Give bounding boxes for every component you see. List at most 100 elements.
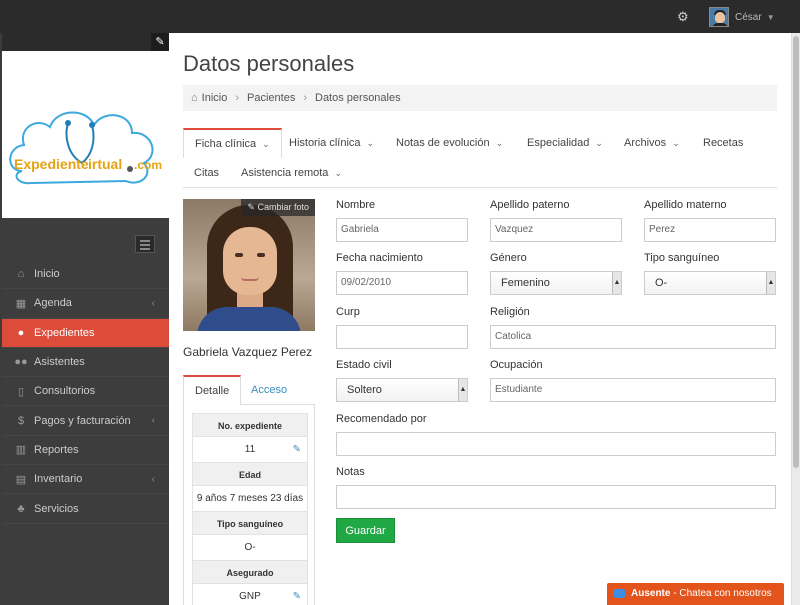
field-label: Notas <box>336 466 365 478</box>
select-value: O- <box>655 277 668 289</box>
change-photo-button[interactable]: ✎ Cambiar foto <box>241 199 315 216</box>
field-genero: Género Femenino ▲ <box>490 252 622 295</box>
clipboard-icon: ▯ <box>17 385 25 398</box>
chevron-down-icon: ▼ <box>766 12 775 22</box>
sidebar-item-label: Inventario <box>34 473 83 486</box>
religion-input[interactable]: Catolica <box>490 325 776 349</box>
info-label: No. expediente <box>192 413 308 437</box>
logo: Expediente irtual .com <box>2 51 169 218</box>
chevron-down-icon: ⌄ <box>262 139 270 149</box>
sidebar-item-expedientes[interactable]: ● Expedientes <box>2 318 169 348</box>
sidebar-item-servicios[interactable]: ♣ Servicios <box>2 494 169 524</box>
recomendado-por-input[interactable] <box>336 432 776 456</box>
ocupacion-input[interactable]: Estudiante <box>490 378 776 402</box>
main-content: Datos personales ⌂ Inicio › Pacientes › … <box>169 33 791 605</box>
breadcrumb-parent[interactable]: Pacientes <box>247 92 295 104</box>
tab-asistencia-remota[interactable]: Asistencia remota ⌄ <box>230 158 353 188</box>
apellido-paterno-input[interactable]: Vazquez <box>490 218 622 242</box>
user-menu[interactable]: César ▼ <box>709 6 775 28</box>
chat-separator: - <box>670 588 680 599</box>
tipo-sanguineo-select[interactable]: O- ▲ <box>644 271 776 295</box>
field-apellido-paterno: Apellido paterno Vazquez <box>490 199 622 242</box>
select-arrow-icon: ▲ <box>612 272 621 294</box>
tab-historia-clinica[interactable]: Historia clínica ⌄ <box>278 128 385 158</box>
tab-ficha-clinica[interactable]: Ficha clínica ⌄ <box>183 128 282 158</box>
tab-recetas[interactable]: Recetas <box>692 128 754 158</box>
breadcrumb-current: Datos personales <box>315 92 401 104</box>
field-label: Apellido materno <box>644 199 727 211</box>
chevron-left-icon: ‹ <box>151 473 155 485</box>
tab-notas-evolucion[interactable]: Notas de evolución ⌄ <box>385 128 514 158</box>
curp-input[interactable] <box>336 325 468 349</box>
chat-status: Ausente <box>631 588 671 599</box>
sidebar-item-label: Agenda <box>34 297 72 310</box>
chat-text: Chatea con nosotros <box>679 588 772 599</box>
tab-label: Recetas <box>703 137 744 149</box>
sidebar-toggle-button[interactable] <box>135 235 155 253</box>
field-notas: Notas <box>336 466 776 509</box>
notas-input[interactable] <box>336 485 776 509</box>
fecha-nacimiento-input[interactable]: 09/02/2010 <box>336 271 468 295</box>
chevron-left-icon: ‹ <box>151 415 155 427</box>
info-value: 9 años 7 meses 23 días <box>192 486 308 511</box>
tab-especialidad[interactable]: Especialidad ⌄ <box>516 128 614 158</box>
tab-label: Asistencia remota <box>241 167 329 179</box>
patient-info-box: No. expediente 11 ✎ Edad 9 años 7 meses 2… <box>183 405 315 605</box>
field-ocupacion: Ocupación Estudiante <box>490 359 776 402</box>
sidebar: ✎ Expediente irtual .com ⌂ Inicio ▦ Agen… <box>2 33 169 605</box>
logo-text-1: Expediente <box>14 156 89 172</box>
page-scrollbar[interactable] <box>791 33 800 605</box>
sidebar-item-inicio[interactable]: ⌂ Inicio <box>2 260 169 290</box>
home-icon: ⌂ <box>191 92 198 104</box>
field-curp: Curp <box>336 306 468 349</box>
chat-widget[interactable]: Ausente - Chatea con nosotros <box>607 583 784 605</box>
info-value: GNP ✎ <box>192 584 308 605</box>
sidebar-item-pagos[interactable]: $ Pagos y facturación ‹ <box>2 406 169 436</box>
scrollbar-thumb[interactable] <box>793 36 799 468</box>
genero-select[interactable]: Femenino ▲ <box>490 271 622 295</box>
patient-photo: ✎ Cambiar foto <box>183 199 315 331</box>
save-button[interactable]: Guardar <box>336 518 395 543</box>
sidebar-item-asistentes[interactable]: ●● Asistentes <box>2 348 169 378</box>
breadcrumb-home[interactable]: Inicio <box>202 92 228 104</box>
select-value: Soltero <box>347 384 382 396</box>
top-navbar: ⚙ César ▼ <box>0 0 800 33</box>
user-name: César <box>735 11 762 23</box>
sidebar-item-consultorios[interactable]: ▯ Consultorios <box>2 377 169 407</box>
sidebar-item-inventario[interactable]: ▤ Inventario ‹ <box>2 465 169 495</box>
tab-label: Especialidad <box>527 137 590 149</box>
edit-logo-pencil-icon[interactable]: ✎ <box>151 33 169 51</box>
nombre-input[interactable]: Gabriela <box>336 218 468 242</box>
edit-pencil-icon[interactable]: ✎ <box>293 584 301 605</box>
chevron-down-icon: ⌄ <box>334 168 342 178</box>
field-label: Curp <box>336 306 360 318</box>
estado-civil-select[interactable]: Soltero ▲ <box>336 378 468 402</box>
tab-detalle[interactable]: Detalle <box>183 375 242 405</box>
sidebar-item-agenda[interactable]: ▦ Agenda ‹ <box>2 289 169 319</box>
tab-acceso[interactable]: Acceso <box>240 375 298 405</box>
change-photo-label: Cambiar foto <box>257 202 309 212</box>
tab-archivos[interactable]: Archivos ⌄ <box>613 128 691 158</box>
tab-citas[interactable]: Citas <box>183 158 230 188</box>
breadcrumb: ⌂ Inicio › Pacientes › Datos personales <box>183 85 777 111</box>
settings-gear-icon[interactable]: ⚙ <box>677 10 691 24</box>
field-religion: Religión Catolica <box>490 306 776 349</box>
sidebar-item-reportes[interactable]: ▥ Reportes <box>2 436 169 466</box>
field-apellido-materno: Apellido materno Perez <box>644 199 776 242</box>
tab-label: Archivos <box>624 137 667 149</box>
cloud-logo-icon: Expediente irtual .com <box>9 111 162 185</box>
select-arrow-icon: ▲ <box>766 272 775 294</box>
apellido-materno-input[interactable]: Perez <box>644 218 776 242</box>
sidebar-item-label: Reportes <box>34 443 79 456</box>
info-value: O- <box>192 535 308 560</box>
field-label: Religión <box>490 306 530 318</box>
field-label: Ocupación <box>490 359 543 371</box>
logo-text-3: .com <box>134 158 162 172</box>
info-label: Edad <box>192 462 308 486</box>
field-label: Género <box>490 252 527 264</box>
sidebar-item-label: Servicios <box>34 502 79 515</box>
field-tipo-sanguineo: Tipo sanguíneo O- ▲ <box>644 252 776 295</box>
info-value-text: GNP <box>239 591 261 602</box>
edit-pencil-icon[interactable]: ✎ <box>293 437 301 462</box>
logo-text-2: irtual <box>88 156 122 172</box>
